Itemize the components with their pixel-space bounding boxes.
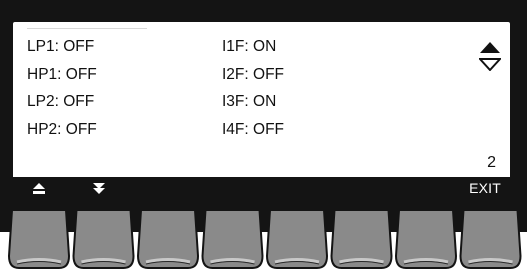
hardware-key-1[interactable]	[7, 210, 71, 269]
status-hp1: HP1: OFF	[27, 66, 97, 83]
hardware-key-3[interactable]	[136, 210, 200, 269]
page-down-icon[interactable]	[91, 181, 107, 197]
status-i1f: I1F: ON	[222, 38, 277, 55]
page-number: 2	[487, 154, 496, 171]
status-lp1: LP1: OFF	[27, 38, 95, 55]
status-hp2: HP2: OFF	[27, 121, 97, 138]
status-lp2: LP2: OFF	[27, 93, 95, 110]
screen-divider	[27, 28, 147, 29]
softkey-bar: EXIT	[13, 177, 510, 201]
hardware-key-6[interactable]	[330, 210, 393, 269]
hardware-softkeys	[7, 210, 522, 269]
hardware-key-5[interactable]	[265, 210, 329, 269]
controller-panel: LP1: OFF I1F: ON HP1: OFF I2F: OFF LP2: …	[0, 0, 527, 275]
hardware-key-8[interactable]	[459, 210, 522, 269]
hardware-key-4[interactable]	[201, 210, 264, 269]
up-down-scroll-icon	[479, 42, 501, 71]
page-up-icon[interactable]	[31, 181, 47, 197]
status-i3f: I3F: ON	[222, 93, 277, 110]
status-i2f: I2F: OFF	[222, 66, 284, 83]
hardware-key-7[interactable]	[394, 210, 458, 269]
status-i4f: I4F: OFF	[222, 121, 284, 138]
exit-softkey-label[interactable]: EXIT	[469, 180, 501, 196]
lcd-screen: LP1: OFF I1F: ON HP1: OFF I2F: OFF LP2: …	[13, 22, 510, 201]
hardware-key-2[interactable]	[72, 210, 135, 269]
